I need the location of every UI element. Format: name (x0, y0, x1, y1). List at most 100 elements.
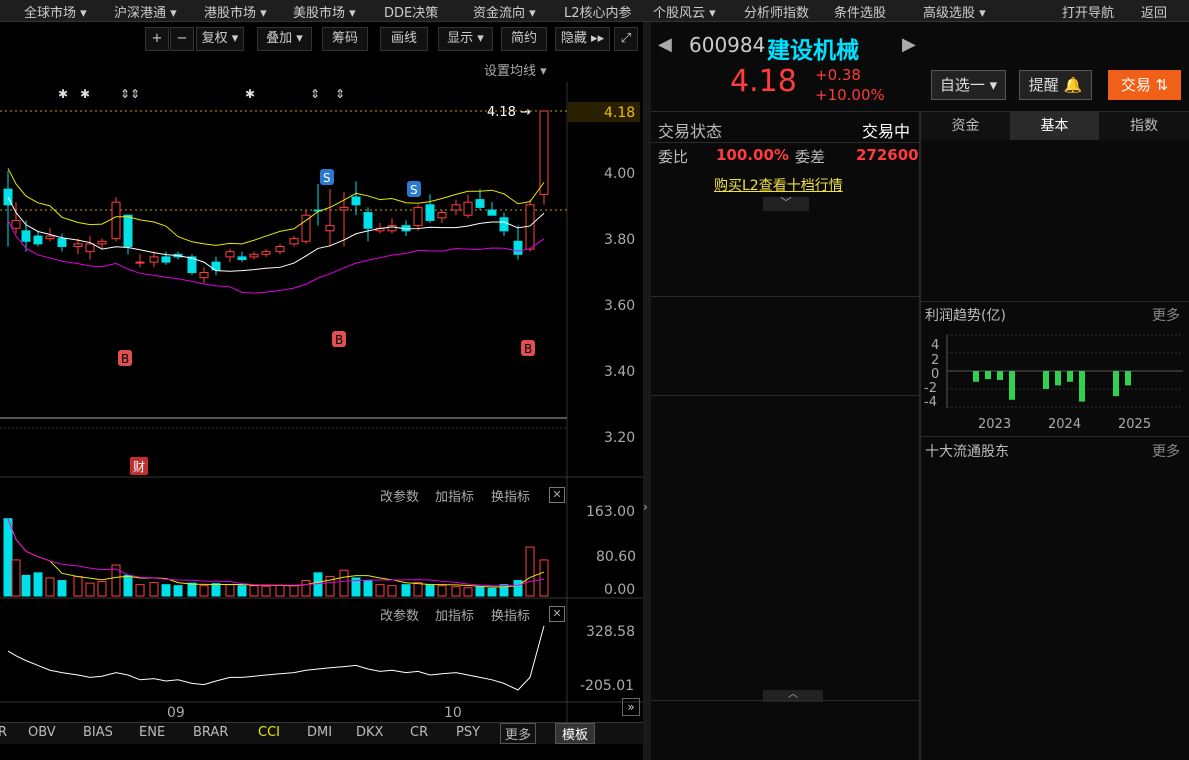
profit-bar (985, 371, 991, 380)
tab-obv[interactable]: OBV (28, 725, 56, 740)
tab-cci[interactable]: CCI (258, 725, 280, 740)
tab-bias[interactable]: BIAS (83, 725, 113, 740)
tab-dmi[interactable]: DMI (307, 725, 332, 740)
candle-body (261, 251, 271, 255)
profit-xtick: 2023 (978, 417, 1011, 432)
vol-close-icon[interactable]: ✕ (549, 487, 565, 503)
next-stock-icon[interactable]: ▶ (902, 34, 916, 55)
ytick-label: 3.40 (604, 364, 635, 380)
vol-ma-magenta (7, 518, 545, 587)
profit-ytick: 2 (931, 353, 939, 368)
divider (921, 436, 1189, 437)
candle-body (225, 251, 235, 258)
stock-name: 建设机械 (767, 38, 859, 64)
cci-add-indicator-button[interactable]: 加指标 (435, 605, 474, 624)
current-price: 4.18 (730, 64, 797, 99)
chart-svg: ✱ ✱ ⇕⇕ ✱ ⇕ ⇕ S S B B B 财 4.18 → 4.18 4.0… (0, 82, 643, 722)
volume-bar (199, 585, 209, 597)
alert-button[interactable]: 提醒 🔔 (1019, 70, 1092, 100)
indicator-tabs: R OBV BIAS ENE BRAR CCI DMI DKX CR PSY 更… (0, 722, 643, 744)
profit-bar (1043, 371, 1049, 389)
tab-index[interactable]: 指数 (1099, 112, 1189, 140)
tab-cr[interactable]: CR (410, 725, 428, 740)
tab-dkx[interactable]: DKX (356, 725, 383, 740)
volume-bar (149, 582, 159, 597)
candle-body (437, 212, 447, 219)
volume-bar (413, 582, 423, 597)
cci-param-button[interactable]: 改参数 (380, 605, 419, 624)
star-marker: ⇕⇕ (120, 87, 140, 101)
profit-bar (1125, 371, 1131, 386)
chevron-down-icon[interactable]: ﹀ (763, 197, 809, 211)
menu-hk-connect[interactable]: 沪深港通 ▾ (114, 2, 177, 21)
tab-capital[interactable]: 资金 (921, 112, 1010, 140)
tab-psy[interactable]: PSY (456, 725, 480, 740)
tab-ene[interactable]: ENE (139, 725, 165, 740)
holders-more-link[interactable]: 更多 (1152, 441, 1180, 461)
volume-bar (375, 584, 385, 597)
vol-param-button[interactable]: 改参数 (380, 486, 419, 505)
info-tabs: 资金 基本 指数 (921, 112, 1189, 140)
profit-ytick: -2 (924, 381, 937, 396)
volume-bar (475, 586, 485, 597)
volume-bar (249, 585, 259, 597)
sell-signal-label: S (410, 183, 418, 197)
menu-advanced[interactable]: 高级选股 ▾ (923, 2, 986, 21)
menu-open-nav[interactable]: 打开导航 (1062, 2, 1114, 21)
splitter-arrow-icon[interactable]: › (643, 500, 648, 514)
candle-body (85, 243, 95, 253)
vol-switch-indicator-button[interactable]: 换指标 (491, 486, 530, 505)
weibi-label: 委比 (658, 148, 689, 166)
divider (651, 700, 919, 701)
watchlist-dropdown[interactable]: 自选一 ▾ (931, 70, 1006, 100)
candle-body (275, 245, 285, 253)
candles-group (3, 110, 549, 283)
volume-bar (363, 580, 373, 597)
volume-bar (525, 546, 535, 597)
volume-bar (313, 572, 323, 597)
ytick-label: 4.00 (604, 166, 635, 182)
profit-bar (997, 371, 1003, 380)
candle-body (289, 238, 299, 245)
volume-bar (123, 574, 133, 597)
menu-hk-market[interactable]: 港股市场 ▾ (204, 2, 267, 21)
price-change: +0.38 (815, 66, 861, 84)
cci-close-icon[interactable]: ✕ (549, 606, 565, 622)
buy-signal-label: B (121, 352, 129, 366)
menu-l2[interactable]: L2核心内参 (564, 2, 632, 21)
tab-r[interactable]: R (0, 725, 7, 740)
menu-dde[interactable]: DDE决策 (384, 2, 438, 21)
candle-body (487, 209, 497, 216)
tab-basic[interactable]: 基本 (1010, 112, 1099, 140)
vol-tick-label: 80.60 (596, 549, 636, 565)
candle-body (161, 256, 171, 263)
candle-body (57, 238, 67, 247)
splitter[interactable] (643, 22, 651, 760)
menu-stock-news[interactable]: 个股风云 ▾ (653, 2, 716, 21)
vol-add-indicator-button[interactable]: 加指标 (435, 486, 474, 505)
profit-bar (1055, 371, 1061, 386)
menu-analyst[interactable]: 分析师指数 (744, 2, 809, 21)
tab-brar[interactable]: BRAR (193, 725, 228, 740)
profit-trend-chart: 4 2 0 -2 -4 2023 2024 2025 (924, 334, 1183, 432)
menu-back[interactable]: 返回 (1141, 2, 1167, 21)
l2-purchase-link[interactable]: 购买L2查看十档行情 (714, 175, 843, 195)
menu-capital-flow[interactable]: 资金流向 ▾ (473, 2, 536, 21)
menu-condition[interactable]: 条件选股 (834, 2, 886, 21)
volume-bar (487, 587, 497, 597)
volume-bar (387, 585, 397, 597)
template-button[interactable]: 模板 (555, 723, 596, 744)
profit-bars (973, 371, 1131, 402)
profit-more-link[interactable]: 更多 (1152, 305, 1180, 325)
trade-button[interactable]: 交易 ⇅ (1108, 70, 1181, 100)
cci-switch-indicator-button[interactable]: 换指标 (491, 605, 530, 624)
expand-right-icon[interactable]: » (622, 698, 640, 716)
last-price-tag: 4.18 → (487, 105, 531, 120)
star-marker: ✱ (80, 87, 90, 101)
menu-us-market[interactable]: 美股市场 ▾ (293, 2, 356, 21)
prev-stock-icon[interactable]: ◀ (658, 34, 672, 55)
divider (651, 395, 919, 396)
volume-bar (135, 584, 145, 597)
menu-global-market[interactable]: 全球市场 ▾ (24, 2, 87, 21)
more-tabs-button[interactable]: 更多 (500, 723, 537, 744)
